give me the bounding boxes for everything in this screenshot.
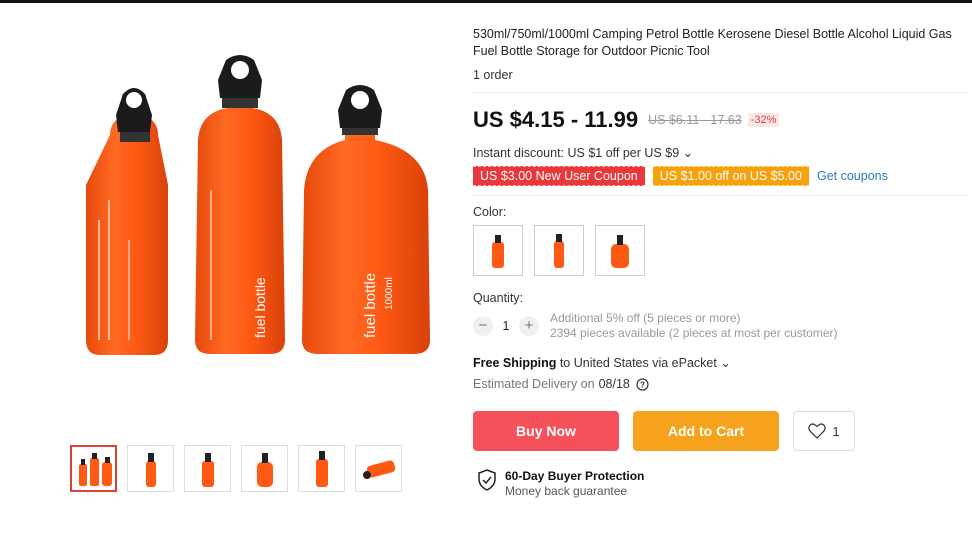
- quantity-label: Quantity:: [473, 291, 524, 305]
- quantity-stepper: − 1 +: [473, 316, 539, 336]
- thumbnail-image: [78, 452, 112, 486]
- main-product-image[interactable]: fuel bottle fuel bottle 1000ml: [70, 40, 450, 410]
- thumbnail-4[interactable]: [241, 445, 288, 492]
- wishlist-count: 1: [832, 423, 840, 439]
- thumbnail-5[interactable]: [298, 445, 345, 492]
- thumbnail-image: [362, 459, 395, 479]
- wishlist-button[interactable]: 1: [793, 411, 855, 451]
- protection-title: 60-Day Buyer Protection: [505, 469, 645, 483]
- svg-text:?: ?: [640, 381, 645, 390]
- order-count: 1 order: [473, 68, 513, 82]
- add-to-cart-button[interactable]: Add to Cart: [633, 411, 779, 451]
- discount-badge: -32%: [747, 113, 780, 127]
- divider: [473, 92, 968, 93]
- thumbnail-3[interactable]: [184, 445, 231, 492]
- heart-icon: [808, 423, 827, 439]
- coupon-row: US $3.00 New User Coupon US $1.00 off on…: [473, 166, 968, 186]
- increase-button[interactable]: +: [519, 316, 539, 336]
- quantity-row: − 1 + Additional 5% off (5 pieces or mor…: [473, 311, 968, 341]
- large-bottle: fuel bottle 1000ml: [302, 85, 430, 354]
- thumbnail-image: [315, 450, 328, 487]
- color-label: Color:: [473, 205, 507, 219]
- divider: [473, 195, 968, 196]
- thumbnail-image: [256, 452, 273, 487]
- quantity-value[interactable]: 1: [493, 319, 519, 333]
- store-coupon[interactable]: US $1.00 off on US $5.00: [652, 166, 809, 186]
- shipping-info[interactable]: Free Shipping to United States via ePack…: [473, 355, 968, 370]
- color-swatch-1[interactable]: [473, 225, 523, 276]
- action-buttons: Buy Now Add to Cart 1: [473, 411, 968, 451]
- protection-subtitle: Money back guarantee: [505, 484, 628, 498]
- original-price: US $6.11 - 17.63: [648, 113, 742, 127]
- color-swatch-2[interactable]: [534, 225, 584, 276]
- delivery-label: Estimated Delivery on: [473, 377, 595, 391]
- medium-bottle: fuel bottle: [195, 55, 285, 354]
- bottles-illustration: fuel bottle fuel bottle 1000ml: [86, 55, 430, 355]
- delivery-estimate: Estimated Delivery on 08/18 ?: [473, 377, 968, 391]
- thumbnail-strip: [70, 445, 402, 492]
- help-icon[interactable]: ?: [636, 378, 649, 391]
- thumbnail-6[interactable]: [355, 445, 402, 492]
- price-row: US $4.15 - 11.99 US $6.11 - 17.63 -32%: [473, 107, 968, 133]
- thumbnail-1[interactable]: [70, 445, 117, 492]
- swatch-image: [611, 234, 629, 268]
- color-swatches: [473, 225, 968, 276]
- buyer-protection: 60-Day Buyer Protection Money back guara…: [477, 469, 968, 499]
- instant-discount-dropdown[interactable]: Instant discount: US $1 off per US $9 ⌄: [473, 145, 968, 160]
- thumbnail-2[interactable]: [127, 445, 174, 492]
- stock-note: 2394 pieces available (2 pieces at most …: [550, 326, 838, 340]
- decrease-button[interactable]: −: [473, 316, 493, 336]
- medium-bottle-label: fuel bottle: [252, 277, 268, 338]
- current-price: US $4.15 - 11.99: [473, 107, 639, 132]
- product-info: 530ml/750ml/1000ml Camping Petrol Bottle…: [473, 26, 968, 499]
- large-bottle-volume: 1000ml: [384, 277, 395, 310]
- top-border: [0, 0, 972, 3]
- large-bottle-label: fuel bottle: [362, 273, 379, 338]
- swatch-image: [554, 233, 564, 268]
- product-title: 530ml/750ml/1000ml Camping Petrol Bottle…: [473, 27, 952, 58]
- bulk-discount-note: Additional 5% off (5 pieces or more): [550, 311, 741, 325]
- small-bottle: [86, 88, 168, 355]
- quantity-notes: Additional 5% off (5 pieces or more) 239…: [550, 311, 837, 341]
- swatch-image: [492, 234, 504, 268]
- buy-now-button[interactable]: Buy Now: [473, 411, 619, 451]
- free-shipping-label: Free Shipping: [473, 356, 557, 370]
- new-user-coupon[interactable]: US $3.00 New User Coupon: [473, 166, 645, 186]
- color-swatch-3[interactable]: [595, 225, 645, 276]
- delivery-date: 08/18: [598, 377, 630, 391]
- shipping-destination: to United States via ePacket ⌄: [556, 356, 731, 370]
- shield-check-icon: [478, 469, 496, 491]
- thumbnail-image: [201, 452, 214, 487]
- get-coupons-link[interactable]: Get coupons: [817, 169, 888, 183]
- thumbnail-image: [145, 452, 156, 487]
